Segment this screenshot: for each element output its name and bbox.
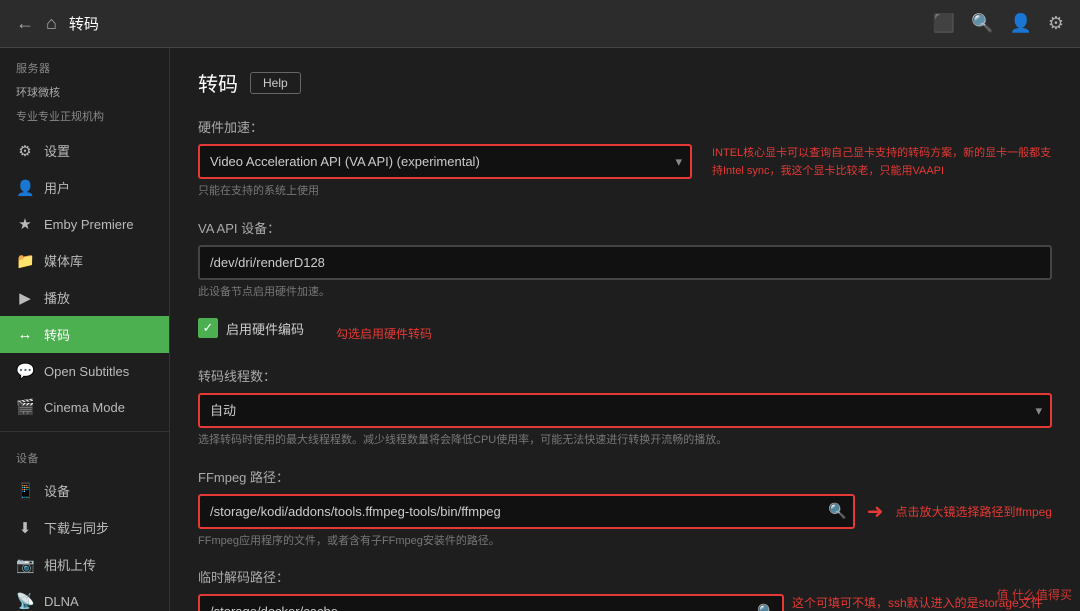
va-api-label: VA API 设备： <box>198 218 1052 237</box>
hw-encoding-checkbox-row: ✓ 启用硬件编码 <box>198 318 304 338</box>
search-icon[interactable]: 🔍 <box>971 13 993 34</box>
va-api-hint: 此设备节点启用硬件加速。 <box>198 284 1052 301</box>
hw-encoding-label: 启用硬件编码 <box>226 319 304 338</box>
sidebar-item-users[interactable]: 👤 用户 <box>0 169 169 206</box>
ffmpeg-annotation: 点击放大镜选择路径到ffmpeg <box>896 503 1052 520</box>
ffmpeg-path-hint: FFmpeg应用程序的文件，或者含有子FFmpeg安装件的路径。 <box>198 533 1052 550</box>
sidebar-item-camera-label: 相机上传 <box>44 555 96 574</box>
hw-encoding-annotation: 勾选启用硬件转码 <box>336 325 432 342</box>
sidebar-item-sync-label: 下载与同步 <box>44 518 109 537</box>
sidebar-item-dlna-label: DLNA <box>44 594 79 609</box>
sidebar-item-users-label: 用户 <box>44 178 70 197</box>
temp-path-input[interactable] <box>198 594 784 611</box>
cinema-sidebar-icon: 🎬 <box>16 398 34 416</box>
temp-path-label: 临时解码路径： <box>198 567 1052 586</box>
camera-sidebar-icon: 📷 <box>16 556 34 574</box>
thread-count-select[interactable]: 自动 <box>198 393 1052 428</box>
home-icon[interactable]: ⌂ <box>46 13 57 34</box>
sidebar-item-settings-label: 设置 <box>44 141 70 160</box>
sidebar-item-playback-label: 播放 <box>44 288 70 307</box>
topbar-left: ← ⌂ 转码 <box>16 13 99 34</box>
sidebar-item-transcode[interactable]: ↔ 转码 <box>0 316 169 353</box>
sidebar-divider-1 <box>0 431 169 432</box>
page-header: 转码 Help <box>198 68 1052 97</box>
sidebar-item-playback[interactable]: ▶ 播放 <box>0 279 169 316</box>
settings-sidebar-icon: ⚙ <box>16 142 34 160</box>
thread-count-select-wrapper: 自动 ▾ <box>198 393 1052 428</box>
temp-search-button[interactable]: 🔍 <box>757 603 776 611</box>
topbar-title: 转码 <box>69 13 99 34</box>
sidebar: 服务器 环球微核 专业专业正规机构 ⚙ 设置 👤 用户 ★ Emby Premi… <box>0 48 170 611</box>
ffmpeg-arrow-icon: ➜ <box>867 499 884 524</box>
user-icon[interactable]: 👤 <box>1009 13 1031 34</box>
ffmpeg-path-input-wrapper: 🔍 <box>198 494 855 529</box>
server-subtitle: 专业专业正规机构 <box>0 108 169 132</box>
ffmpeg-path-input[interactable] <box>198 494 855 529</box>
sidebar-item-devices-label: 设备 <box>44 481 70 500</box>
users-sidebar-icon: 👤 <box>16 179 34 197</box>
sidebar-item-cinema-label: Cinema Mode <box>44 400 125 415</box>
server-section-title: 服务器 <box>0 48 169 82</box>
sidebar-item-media-label: 媒体库 <box>44 251 83 270</box>
hw-encoding-group: ✓ 启用硬件编码 勾选启用硬件转码 <box>198 318 1052 348</box>
va-api-input[interactable] <box>198 245 1052 280</box>
sidebar-item-devices[interactable]: 📱 设备 <box>0 472 169 509</box>
server-name: 环球微核 <box>0 82 169 108</box>
sidebar-item-open-subtitles[interactable]: 💬 Open Subtitles <box>0 353 169 389</box>
main-layout: 服务器 环球微核 专业专业正规机构 ⚙ 设置 👤 用户 ★ Emby Premi… <box>0 48 1080 611</box>
sidebar-item-camera-upload[interactable]: 📷 相机上传 <box>0 546 169 583</box>
thread-count-label: 转码线程数： <box>198 366 1052 385</box>
sidebar-item-emby-premiere[interactable]: ★ Emby Premiere <box>0 206 169 242</box>
cast-icon[interactable]: ⬛ <box>933 13 955 34</box>
sidebar-item-dlna[interactable]: 📡 DLNA <box>0 583 169 611</box>
sidebar-item-settings[interactable]: ⚙ 设置 <box>0 132 169 169</box>
hw-encoding-checkbox[interactable]: ✓ <box>198 318 218 338</box>
settings-icon[interactable]: ⚙ <box>1048 13 1064 34</box>
star-sidebar-icon: ★ <box>16 215 34 233</box>
dlna-sidebar-icon: 📡 <box>16 592 34 610</box>
sidebar-item-emby-label: Emby Premiere <box>44 217 134 232</box>
device-sidebar-icon: 📱 <box>16 482 34 500</box>
temp-path-group: 临时解码路径： 🔍 这个可填可不填，ssh默认进入的是storage文件夹，这个… <box>198 567 1052 611</box>
sidebar-item-transcode-label: 转码 <box>44 325 70 344</box>
hardware-accel-select-wrapper: Video Acceleration API (VA API) (experim… <box>198 144 692 179</box>
sync-sidebar-icon: ⬇ <box>16 519 34 537</box>
sidebar-item-subtitles-label: Open Subtitles <box>44 364 129 379</box>
thread-count-group: 转码线程数： 自动 ▾ 选择转码时使用的最大线程程数。减少线程数量将会降低CPU… <box>198 366 1052 449</box>
device-section-title: 设备 <box>0 438 169 472</box>
thread-count-hint: 选择转码时使用的最大线程程数。减少线程数量将会降低CPU使用率，可能无法快速进行… <box>198 432 1052 449</box>
sidebar-item-cinema-mode[interactable]: 🎬 Cinema Mode <box>0 389 169 425</box>
va-api-group: VA API 设备： 此设备节点启用硬件加速。 <box>198 218 1052 301</box>
content-area: 转码 Help 硬件加速： Video Acceleration API (VA… <box>170 48 1080 611</box>
watermark: 值 什么值得买 <box>997 586 1072 603</box>
ffmpeg-search-button[interactable]: 🔍 <box>828 502 847 520</box>
back-icon[interactable]: ← <box>16 13 34 34</box>
topbar: ← ⌂ 转码 ⬛ 🔍 👤 ⚙ <box>0 0 1080 48</box>
folder-sidebar-icon: 📁 <box>16 252 34 270</box>
hardware-accel-hint: 只能在支持的系统上使用 <box>198 183 1052 200</box>
sidebar-item-sync[interactable]: ⬇ 下载与同步 <box>0 509 169 546</box>
ffmpeg-path-group: FFmpeg 路径： 🔍 ➜ 点击放大镜选择路径到ffmpeg FFmpeg应用… <box>198 467 1052 550</box>
topbar-right: ⬛ 🔍 👤 ⚙ <box>933 13 1064 34</box>
hardware-accel-annotation: INTEL核心显卡可以查询自己显卡支持的转码方案，新的显卡一般都支持Intel … <box>712 147 1051 177</box>
hardware-accel-label: 硬件加速： <box>198 117 1052 136</box>
transcode-sidebar-icon: ↔ <box>16 326 34 343</box>
help-button[interactable]: Help <box>250 72 301 94</box>
subtitles-sidebar-icon: 💬 <box>16 362 34 380</box>
play-sidebar-icon: ▶ <box>16 289 34 307</box>
hardware-accel-select[interactable]: Video Acceleration API (VA API) (experim… <box>198 144 692 179</box>
ffmpeg-path-label: FFmpeg 路径： <box>198 467 1052 486</box>
page-title: 转码 <box>198 68 238 97</box>
hardware-accel-group: 硬件加速： Video Acceleration API (VA API) (e… <box>198 117 1052 200</box>
temp-path-input-wrapper: 🔍 <box>198 594 784 611</box>
sidebar-item-media-library[interactable]: 📁 媒体库 <box>0 242 169 279</box>
